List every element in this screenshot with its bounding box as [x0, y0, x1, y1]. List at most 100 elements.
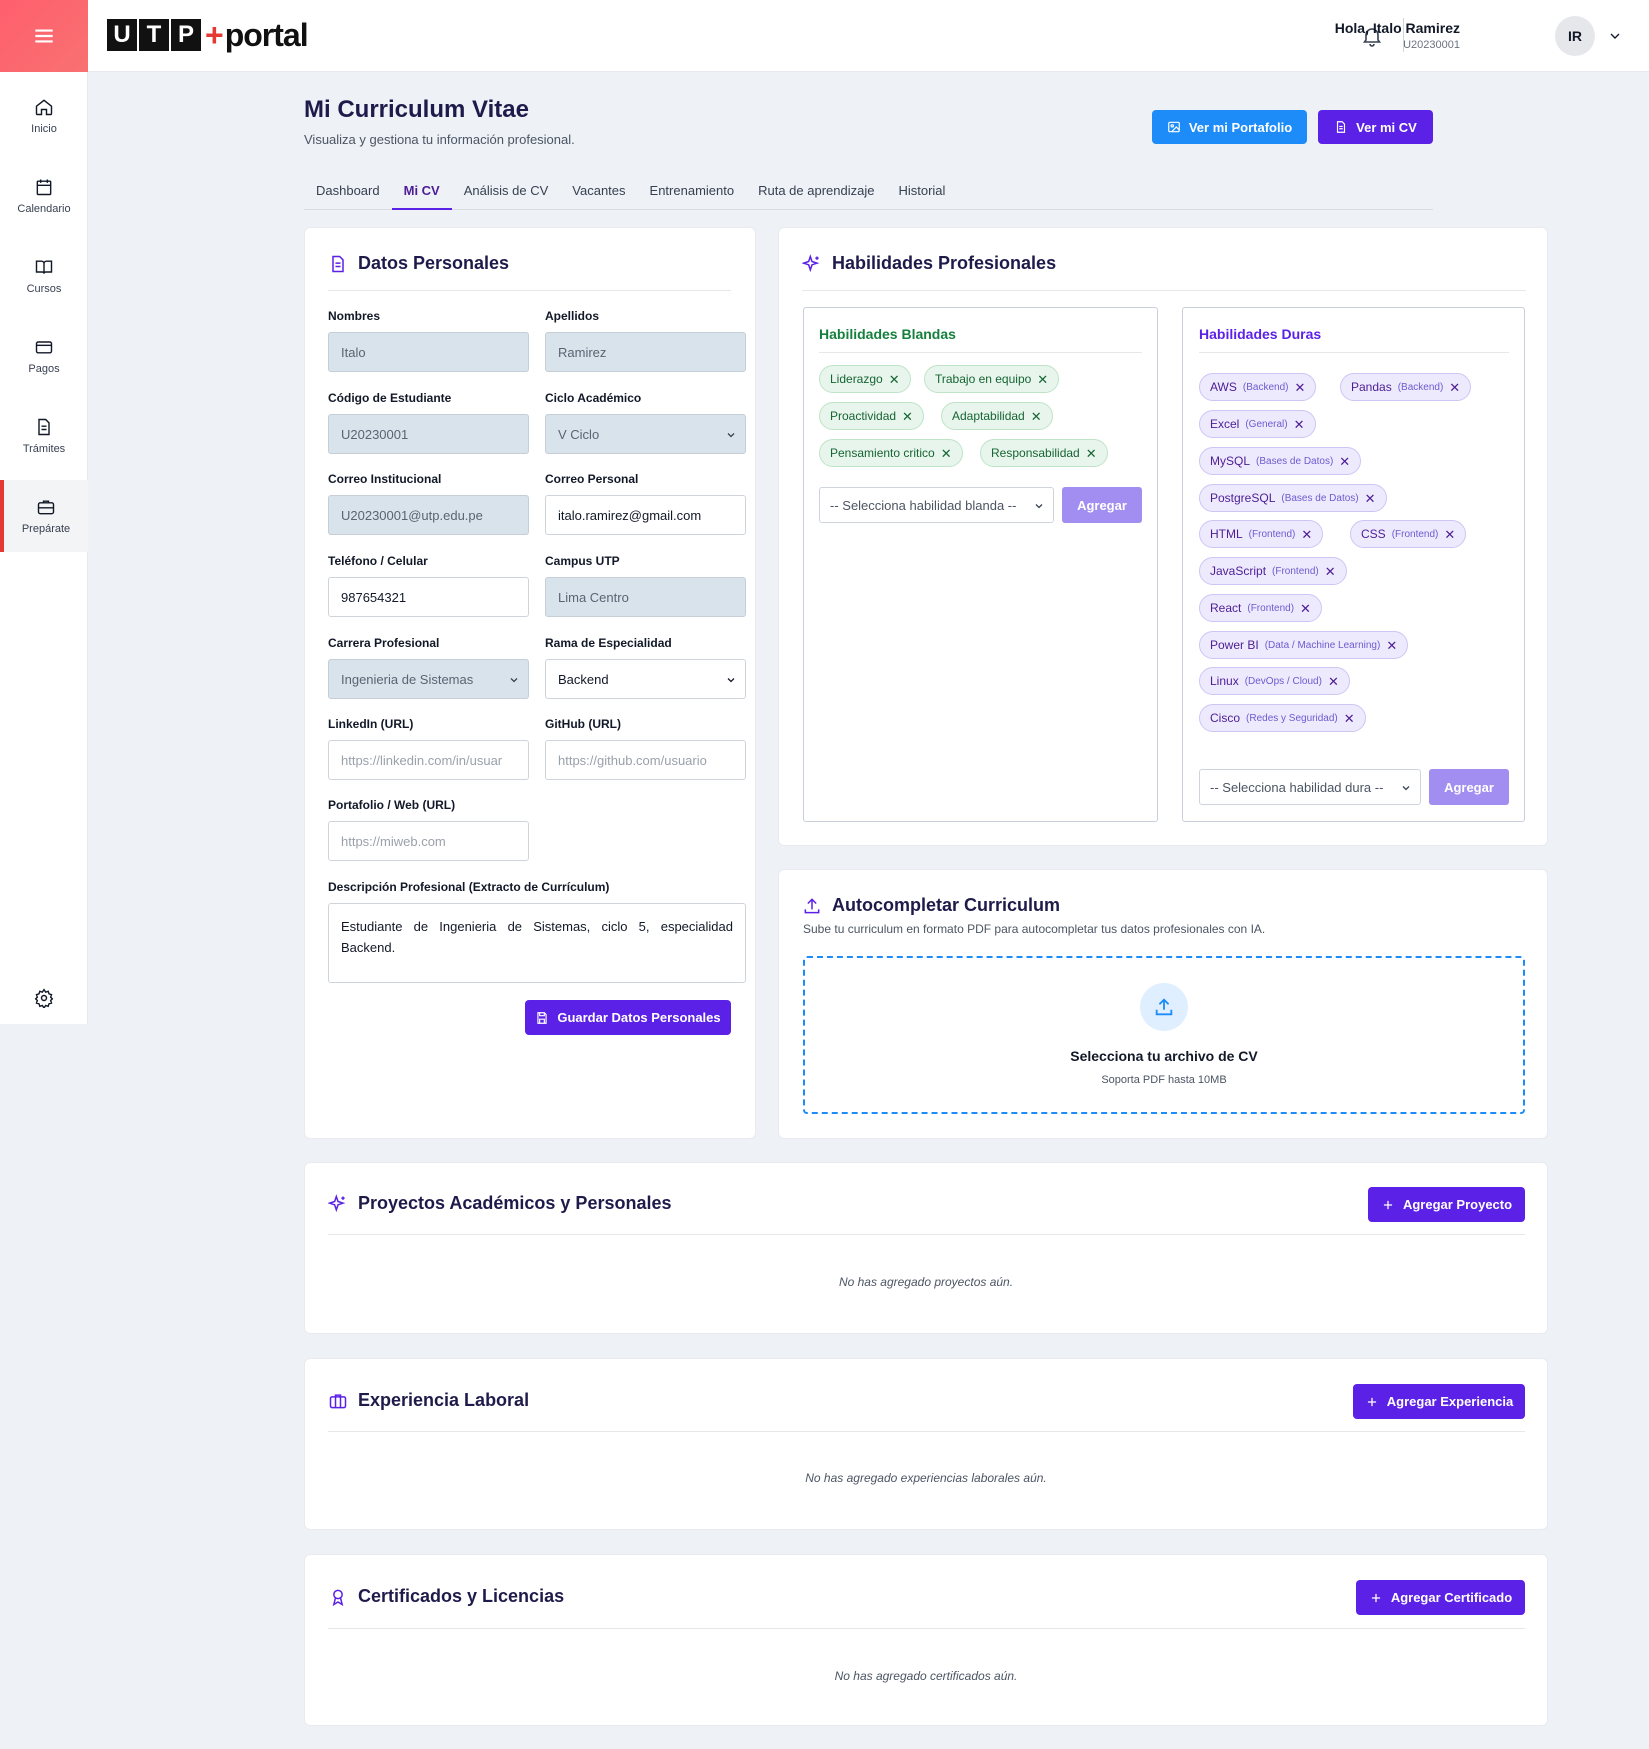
hard-skill-name: AWS — [1210, 380, 1237, 394]
remove-skill-icon[interactable]: ✕ — [902, 410, 913, 423]
tab-vacantes[interactable]: Vacantes — [560, 176, 637, 210]
soft-skill-select-value: -- Selecciona habilidad blanda -- — [830, 497, 1017, 513]
correo-pers-field[interactable]: italo.ramirez@gmail.com — [545, 495, 746, 535]
autocomplete-title-text: Autocompletar Curriculum — [832, 895, 1061, 915]
soft-skill-select[interactable]: -- Selecciona habilidad blanda -- — [819, 487, 1054, 523]
remove-skill-icon[interactable]: ✕ — [1325, 565, 1336, 578]
hard-skill-category: (Backend) — [1397, 381, 1444, 393]
tab-mi-cv[interactable]: Mi CV — [391, 176, 452, 210]
briefcase-icon — [329, 1393, 347, 1408]
remove-skill-icon[interactable]: ✕ — [1294, 381, 1305, 394]
menu-icon — [35, 29, 53, 43]
linkedin-input[interactable]: https://linkedin.com/in/usuar — [328, 740, 529, 780]
ciclo-label: Ciclo Académico — [545, 391, 642, 405]
view-portfolio-button[interactable]: Ver mi Portafolio — [1152, 110, 1307, 144]
sidebar-item-calendario[interactable]: Calendario — [0, 160, 88, 232]
rama-select[interactable]: Backend — [545, 659, 746, 699]
sidebar-item-label: Cursos — [26, 283, 62, 295]
page-title: Mi Curriculum Vitae — [304, 96, 529, 123]
sidebar-item-label: Trámites — [22, 443, 66, 455]
document-icon — [1337, 121, 1346, 133]
tab-analisis-cv[interactable]: Análisis de CV — [452, 176, 561, 210]
soft-skill-name: Responsabilidad — [991, 446, 1080, 460]
tab-historial[interactable]: Historial — [886, 176, 957, 210]
hard-skill-chip: React (Frontend) ✕ — [1199, 594, 1322, 622]
carrera-select[interactable]: Ingenieria de Sistemas — [328, 659, 529, 699]
portafolio-input[interactable]: https://miweb.com — [328, 821, 529, 861]
remove-skill-icon[interactable]: ✕ — [1294, 418, 1305, 431]
apellidos-field[interactable]: Ramirez — [545, 332, 746, 372]
sidebar-item-pagos[interactable]: Pagos — [0, 320, 88, 392]
remove-skill-icon[interactable]: ✕ — [889, 373, 900, 386]
remove-skill-icon[interactable]: ✕ — [1086, 447, 1097, 460]
remove-skill-icon[interactable]: ✕ — [1031, 410, 1042, 423]
divider — [328, 1628, 1525, 1629]
remove-skill-icon[interactable]: ✕ — [1339, 455, 1350, 468]
cv-dropzone[interactable]: Selecciona tu archivo de CV Soporta PDF … — [803, 956, 1525, 1114]
codigo-field[interactable]: U20230001 — [328, 414, 529, 454]
plus-icon — [1367, 1397, 1376, 1406]
sidebar-item-preparate[interactable]: Prepárate — [0, 480, 88, 552]
hard-skill-category: (General) — [1245, 418, 1288, 430]
divider — [328, 290, 731, 291]
save-personal-data-button[interactable]: Guardar Datos Personales — [525, 1000, 731, 1035]
document-icon — [38, 418, 50, 436]
utp-portal-logo[interactable]: U T P + portal — [107, 17, 309, 53]
divider — [328, 1234, 1525, 1235]
plus-icon — [1383, 1200, 1393, 1209]
briefcase-icon — [37, 500, 55, 515]
hard-skill-category: (Frontend) — [1248, 528, 1296, 540]
remove-skill-icon[interactable]: ✕ — [1037, 373, 1048, 386]
tab-ruta-aprendizaje[interactable]: Ruta de aprendizaje — [746, 176, 886, 210]
hard-skill-name: CSS — [1361, 527, 1386, 541]
hard-skill-select[interactable]: -- Selecciona habilidad dura -- — [1199, 769, 1421, 805]
remove-skill-icon[interactable]: ✕ — [1300, 602, 1311, 615]
remove-skill-icon[interactable]: ✕ — [1301, 528, 1312, 541]
sidebar-item-cursos[interactable]: Cursos — [0, 240, 88, 312]
soft-skill-name: Proactividad — [830, 409, 897, 423]
divider — [819, 352, 1142, 353]
add-hard-skill-button[interactable]: Agregar — [1429, 769, 1509, 805]
add-soft-skill-button[interactable]: Agregar — [1062, 487, 1142, 523]
experience-empty-message: No has agregado experiencias laborales a… — [805, 1471, 1047, 1485]
remove-skill-icon[interactable]: ✕ — [1449, 381, 1460, 394]
github-input[interactable]: https://github.com/usuario — [545, 740, 746, 780]
telefono-field[interactable]: 987654321 — [328, 577, 529, 617]
add-project-button[interactable]: Agregar Proyecto — [1368, 1187, 1525, 1222]
remove-skill-icon[interactable]: ✕ — [1328, 675, 1339, 688]
sidebar-item-inicio[interactable]: Inicio — [0, 80, 88, 152]
chevron-down-icon — [1402, 786, 1410, 791]
correo-inst-field[interactable]: U20230001@utp.edu.pe — [328, 495, 529, 535]
hard-skill-name: Power BI — [1210, 638, 1259, 652]
nombres-field[interactable]: Italo — [328, 332, 529, 372]
user-code: U20230001 — [1403, 39, 1460, 51]
chevron-down-icon[interactable] — [1607, 28, 1623, 44]
remove-skill-icon[interactable]: ✕ — [1365, 492, 1376, 505]
tab-dashboard[interactable]: Dashboard — [304, 176, 392, 210]
ciclo-select[interactable]: V Ciclo — [545, 414, 746, 454]
sidebar-item-tramites[interactable]: Trámites — [0, 400, 88, 472]
ciclo-select-value: V Ciclo — [558, 426, 600, 442]
add-certificate-button[interactable]: Agregar Certificado — [1356, 1580, 1525, 1615]
hard-skill-category: (Frontend) — [1391, 528, 1439, 540]
tab-entrenamiento[interactable]: Entrenamiento — [638, 176, 747, 210]
hard-skill-category: (Backend) — [1242, 381, 1289, 393]
soft-skill-name: Pensamiento critico — [830, 446, 935, 460]
gear-icon[interactable] — [34, 988, 54, 1008]
remove-skill-icon[interactable]: ✕ — [1386, 639, 1397, 652]
top-bar: U T P + portal Hola, Italo Ramirez U2023… — [0, 0, 1649, 72]
remove-skill-icon[interactable]: ✕ — [1344, 712, 1355, 725]
avatar[interactable]: IR — [1555, 16, 1595, 56]
remove-skill-icon[interactable]: ✕ — [941, 447, 952, 460]
hamburger-menu-button[interactable] — [0, 0, 88, 72]
projects-empty-message: No has agregado proyectos aún. — [838, 1275, 1014, 1289]
sparkles-icon — [802, 253, 820, 272]
add-experience-button[interactable]: Agregar Experiencia — [1353, 1384, 1525, 1419]
remove-skill-icon[interactable]: ✕ — [1444, 528, 1455, 541]
descripcion-textarea[interactable]: Estudiante de Ingenieria de Sistemas, ci… — [328, 903, 746, 983]
soft-skill-chip: Responsabilidad ✕ — [980, 439, 1108, 467]
campus-field[interactable]: Lima Centro — [545, 577, 746, 617]
hard-skill-name: JavaScript — [1210, 564, 1267, 578]
soft-skill-name: Trabajo en equipo — [935, 372, 1032, 386]
view-cv-button[interactable]: Ver mi CV — [1318, 110, 1433, 144]
